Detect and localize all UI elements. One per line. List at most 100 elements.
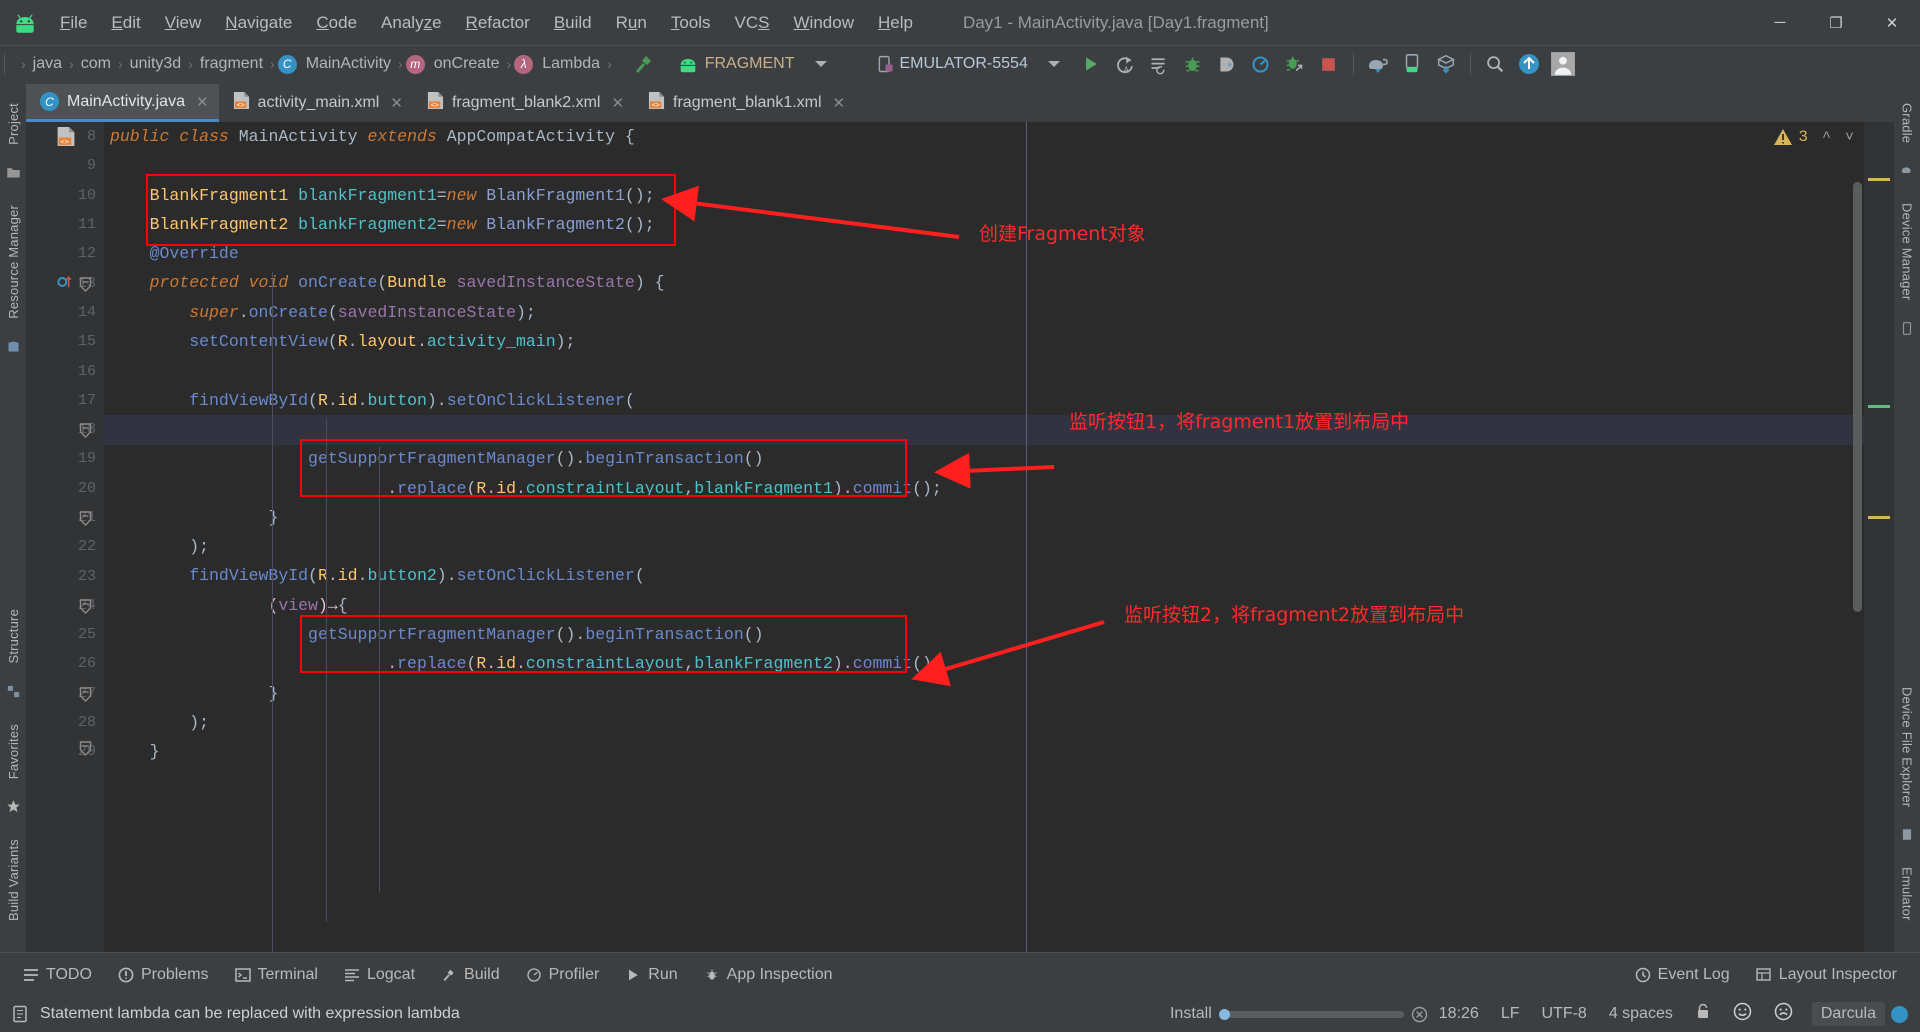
sidebar-item-device-file-explorer[interactable]: Device File Explorer [1900,678,1915,816]
apply-changes-and-restart-button[interactable]: A [1110,49,1140,79]
account-avatar[interactable] [1548,49,1578,79]
cancel-task-icon[interactable] [1411,1006,1428,1023]
chevron-down-icon-device[interactable] [1047,61,1060,67]
status-line-separator[interactable]: LF [1501,1005,1520,1023]
sidebar-item-build-variants[interactable]: Build Variants [6,830,21,930]
lock-icon[interactable] [1695,1003,1711,1025]
run-button[interactable] [1076,49,1106,79]
chevron-down-icon[interactable] [814,61,827,67]
status-indent[interactable]: 4 spaces [1609,1005,1673,1023]
update-available-button[interactable] [1514,49,1544,79]
debug-button[interactable] [1178,49,1208,79]
menu-item-refactor[interactable]: Refactor [454,9,542,37]
code-fold-icon[interactable] [79,277,101,299]
sidebar-item-favorites[interactable]: Favorites [6,715,21,788]
code-fold-icon[interactable] [79,423,101,445]
breadcrumb-item-java[interactable]: java [29,55,66,73]
menu-item-file[interactable]: File [48,9,99,37]
sdk-manager-button[interactable] [1397,49,1427,79]
sidebar-item-structure[interactable]: Structure [6,600,21,673]
folder-icon[interactable] [6,165,21,185]
tab-close-icon[interactable]: ✕ [611,94,624,112]
run-configuration-selector[interactable]: FRAGMENT [673,51,841,77]
code-fold-icon[interactable] [79,511,101,533]
profiler-button[interactable] [1246,49,1276,79]
code-fold-icon[interactable] [79,599,101,621]
star-icon[interactable] [6,799,21,819]
code-fold-icon[interactable] [79,687,101,709]
next-problem-icon[interactable]: ˅ [1845,129,1854,146]
editor-gutter[interactable]: 8 9 10 11 12 13 14 15 16 17 18 19 20 21 … [26,122,104,952]
sad-face-icon[interactable] [1774,1002,1793,1026]
sidebar-item-gradle[interactable]: Gradle [1900,94,1915,152]
sidebar-item-device-manager[interactable]: Device Manager [1900,194,1915,309]
stop-button[interactable] [1314,49,1344,79]
menu-item-edit[interactable]: Edit [99,9,152,37]
tab-fragment-blank2-xml[interactable]: <> fragment_blank2.xml ✕ [413,84,634,122]
happy-face-icon[interactable] [1733,1002,1752,1026]
menu-item-run[interactable]: Run [604,9,659,37]
device-selector[interactable]: EMULATOR-5554 [871,51,1074,77]
gradle-elephant-icon[interactable] [1900,163,1915,183]
status-encoding[interactable]: UTF-8 [1541,1005,1586,1023]
theme-toggle-icon[interactable] [1891,1005,1908,1023]
menu-item-code[interactable]: Code [304,9,369,37]
editor-scrollbar-thumb[interactable] [1853,182,1862,612]
sidebar-item-project[interactable]: Project [6,94,21,154]
tab-close-icon[interactable]: ✕ [833,94,846,112]
tab-activity-main-xml[interactable]: <> activity_main.xml ✕ [219,84,413,122]
run-with-coverage-button[interactable] [1280,49,1310,79]
resource-icon[interactable] [6,339,21,359]
breadcrumb-item-unity3d[interactable]: unity3d [126,55,186,73]
bottom-tab-run[interactable]: Run [612,960,690,990]
breadcrumb-item-lambda[interactable]: Lambda [538,55,604,73]
menu-item-build[interactable]: Build [542,9,604,37]
menu-item-help[interactable]: Help [866,9,925,37]
tab-fragment-blank1-xml[interactable]: <> fragment_blank1.xml ✕ [634,84,855,122]
inspection-status[interactable]: 3 ^ ˅ [1773,128,1854,146]
make-project-button[interactable] [629,49,659,79]
analysis-marker-strip[interactable] [1864,122,1894,952]
menu-item-view[interactable]: View [153,9,214,37]
bottom-tab-build[interactable]: Build [428,960,513,990]
menu-item-window[interactable]: Window [782,9,866,37]
sidebar-item-resource-manager[interactable]: Resource Manager [6,196,21,328]
bottom-tab-terminal[interactable]: Terminal [222,960,331,990]
bottom-tab-todo[interactable]: TODO [10,960,105,990]
attach-debugger-button[interactable] [1212,49,1242,79]
maximize-button[interactable]: ❐ [1808,0,1864,45]
tab-mainactivity-java[interactable]: C MainActivity.java ✕ [26,84,219,122]
previous-problem-icon[interactable]: ^ [1822,129,1831,146]
bottom-tab-layout-inspector[interactable]: Layout Inspector [1743,960,1910,990]
menu-item-navigate[interactable]: Navigate [213,9,304,37]
code-editor[interactable]: 8 9 10 11 12 13 14 15 16 17 18 19 20 21 … [26,122,1894,952]
status-theme[interactable]: Darcula [1811,1002,1885,1026]
bottom-tab-event-log[interactable]: Event Log [1622,960,1743,990]
gradle-sync-button[interactable] [1431,49,1461,79]
bottom-tab-profiler[interactable]: Profiler [513,960,613,990]
code-text-area[interactable]: public class MainActivity extends AppCom… [104,122,1894,952]
tab-close-icon[interactable]: ✕ [390,94,403,112]
breadcrumb-item-oncreate[interactable]: onCreate [430,55,504,73]
close-button[interactable]: ✕ [1864,0,1920,45]
breadcrumb-item-mainactivity[interactable]: MainActivity [302,55,395,73]
apply-code-changes-button[interactable] [1144,49,1174,79]
override-method-marker-icon[interactable] [56,273,78,295]
avd-manager-button[interactable] [1363,49,1393,79]
bottom-tab-problems[interactable]: Problems [105,960,222,990]
breadcrumb-item-com[interactable]: com [77,55,115,73]
code-fold-icon[interactable] [79,741,101,763]
sidebar-item-emulator[interactable]: Emulator [1900,858,1915,930]
bottom-tab-app-inspection[interactable]: App Inspection [691,960,846,990]
search-everywhere-button[interactable] [1480,49,1510,79]
menu-item-analyze[interactable]: Analyze [369,9,454,37]
menu-item-tools[interactable]: Tools [659,9,723,37]
class-marker-icon[interactable]: <> [56,126,78,148]
tab-close-icon[interactable]: ✕ [196,93,209,111]
menu-item-vcs[interactable]: VCS [723,9,782,37]
file-explorer-icon[interactable] [1900,827,1914,847]
breadcrumb-item-fragment[interactable]: fragment [196,55,267,73]
structure-icon[interactable] [6,684,21,704]
minimize-button[interactable]: ─ [1752,0,1808,45]
bottom-tab-logcat[interactable]: Logcat [331,960,428,990]
